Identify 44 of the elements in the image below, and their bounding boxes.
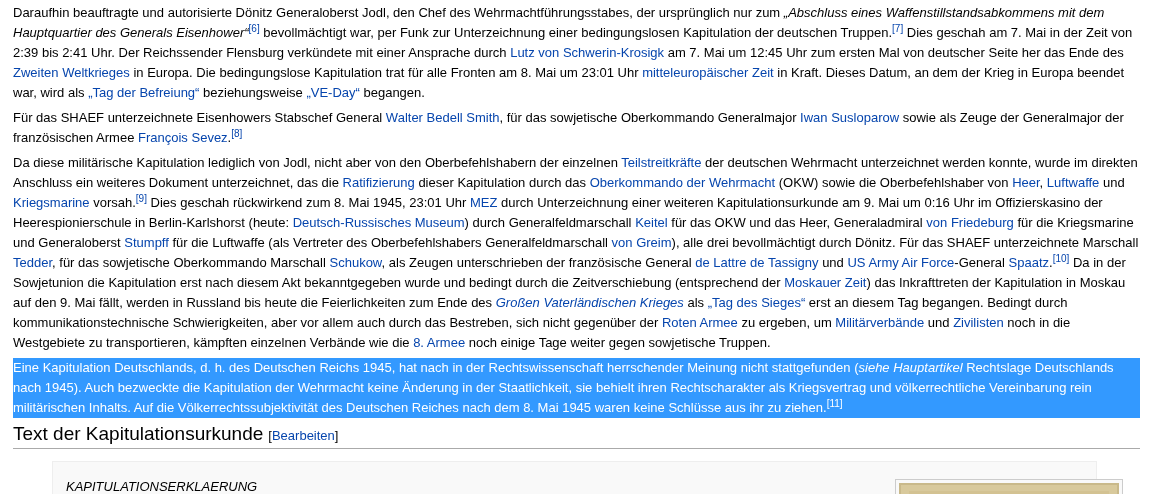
link[interactable]: Großen Vaterländischen Krieges xyxy=(495,295,684,310)
edit-link-group: [Bearbeiten] xyxy=(268,428,339,443)
link[interactable]: Heer xyxy=(1012,175,1040,190)
link[interactable]: Keitel xyxy=(635,215,668,230)
link[interactable]: Moskauer Zeit xyxy=(784,275,867,290)
link[interactable]: Deutsch-Russisches Museum xyxy=(292,215,465,230)
footnote-link[interactable]: [6] xyxy=(248,22,260,34)
link[interactable]: Ratifizierung xyxy=(342,175,415,190)
link[interactable]: Schukow xyxy=(329,255,382,270)
link[interactable]: US Army Air Force xyxy=(847,255,955,270)
footnote-link[interactable]: [7] xyxy=(892,22,904,34)
link[interactable]: Roten Armee xyxy=(661,315,738,330)
link[interactable]: Iwan Susloparow xyxy=(800,110,900,125)
section-heading: Text der Kapitulationsurkunde xyxy=(13,423,264,445)
link[interactable]: „Tag des Sieges“ xyxy=(707,295,806,310)
link[interactable]: Luftwaffe xyxy=(1046,175,1100,190)
footnote-link[interactable]: [10] xyxy=(1052,252,1070,264)
link[interactable]: Oberkommando der Wehrmacht xyxy=(589,175,776,190)
link[interactable]: „VE-Day“ xyxy=(306,85,360,100)
link[interactable]: Kriegsmarine xyxy=(13,195,90,210)
edit-link[interactable]: Bearbeiten xyxy=(271,428,335,443)
link[interactable]: Teilstreitkräfte xyxy=(621,155,702,170)
link[interactable]: 8. Armee xyxy=(413,335,466,350)
link[interactable]: „Tag der Befreiung“ xyxy=(88,85,200,100)
paragraph: Da diese militärische Kapitulation lediglich von Jodl, nicht aber von den Oberbefehlshabern der einzelnen Teilstreitkräfte der deutschen Wehrmacht unterzeichnet werden konnte, wurde im direkten Anschluss ein weiteres Dokument unterzeichnet, das die Ratifizierung dieser Kapitulation durch das Oberkommando der Wehrmacht (OKW) sowie die Oberbefehlshaber von Heer, Luftwaffe und Kriegsmarine vorsah.$^{[9]}$ Dies geschah rückwirkend zum 8. Mai 1945, 23:01 Uhr MEZ durch Unterzeichnung einer weiteren Kapitulationsurkunde am 9. Mai um 0:16 Uhr im Offizierskasino der Heerespionierschule in Berlin-Karlshorst (heute: Deutsch-Russisches Museum) durch Generalfeldmarschall Keitel für das OKW und das Heer, Generaladmiral von Friedeburg für die Kriegsmarine und Generaloberst Stumpff für die Luftwaffe (als Vertreter des Oberbefehlshabers Generalfeldmarschall von Greim), alle drei bevollmächtigt durch Dönitz. Für das SHAEF unterzeichnete Marschall Tedder, für das sowjetische Oberkommando Marschall Schukow, als Zeugen unterschrieben der französische General de Lattre de Tassigny und US Army Air Force-General Spaatz.$^{[10]}$ Da in der Sowjetunion die Kapitulation erst nach diesem Akt bekanntgegeben wurde und bedingt durch die Zeitverschiebung (entsprechend der Moskauer Zeit) das Inkrafttreten der Kapitulation in Moskau auf den 9. Mai fällt, werden in Russland bis heute die Feierlichkeiten zum Ende des Großen Vaterländischen Krieges als „Tag des Sieges“ erst an diesem Tag begangen. Bedingt durch kommunikationstechnische Schwierigkeiten, aber vor allem auch durch das Bestreben, sich nicht gegenüber der Roten Armee zu ergeben, um Militärverbände und Zivilisten noch in die Westgebiete zu transportieren, kämpften einzelnen Verbände wie die 8. Armee noch einige Tage weiter gegen sowjetische Truppen. xyxy=(13,154,1140,352)
link[interactable]: von Greim xyxy=(611,235,672,250)
link[interactable]: MEZ xyxy=(469,195,498,210)
link[interactable]: Zivilisten xyxy=(953,315,1004,330)
selected-paragraph: Eine Kapitulation Deutschlands, d. h. des Deutschen Reichs 1945, hat nach in der Rechtswissenschaft herrschender Meinung nicht stattgefunden (siehe Hauptartikel Rechtslage Deutschlands nach 1945). Auch bezweckte die Kapitulation der Wehrmacht keine Änderung in der Staatlichkeit, sie behielt ihren Rechtscharakter als Kriegsvertrag und völkerrechtliche Vereinbarung rein militärischen Inhalts. Auf die Völkerrechtssubjektivität des Deutschen Reiches nach dem 8. Mai 1945 waren keine Schlüsse aus ihr zu ziehen.$^{[11]}$ xyxy=(13,358,1140,418)
link[interactable]: de Lattre de Tassigny xyxy=(695,255,819,270)
footnote-link[interactable]: [9] xyxy=(135,192,147,204)
link[interactable]: Militärverbände xyxy=(835,315,925,330)
paragraph: Daraufhin beauftragte und autorisierte Dönitz Generaloberst Jodl, den Chef des Wehrmachtführungsstabes, der ursprünglich nur zum „Abschluss eines Waffenstillstandsabkommens mit dem Hauptquartier des Generals Eisenhower“$^{[6]}$ bevollmächtigt war, per Funk zur Unterzeichnung einer bedingungslosen Kapitulation der deutschen Truppen.$^{[7]}$ Dies geschah am 7. Mai in der Zeit von 2:39 bis 2:41 Uhr. Der Reichssender Flensburg verkündete mit einer Ansprache durch Lutz von Schwerin-Krosigk am 7. Mai um 12:45 Uhr zum ersten Mal von deutscher Seite her das Ende des Zweiten Weltkrieges in Europa. Die bedingungslose Kapitulation trat für alle Fronten am 8. Mai um 23:01 Uhr mitteleuropäischer Zeit in Kraft. Dieses Datum, an dem der Krieg in Europa beendet war, wird als „Tag der Befreiung“ beziehungsweise „VE-Day“ begangen. xyxy=(13,4,1134,102)
link[interactable]: Lutz von Schwerin-Krosigk xyxy=(510,45,665,60)
link[interactable]: von Friedeburg xyxy=(926,215,1014,230)
quote-title: KAPITULATIONSERKLAERUNG xyxy=(66,479,258,494)
footnote-link[interactable]: [8] xyxy=(231,127,243,139)
link[interactable]: Tedder xyxy=(13,255,53,270)
link[interactable]: Stumpff xyxy=(124,235,169,250)
link[interactable]: Zweiten Weltkrieges xyxy=(13,65,130,80)
link[interactable]: François Sevez xyxy=(138,130,228,145)
link[interactable]: Walter Bedell Smith xyxy=(385,110,500,125)
paragraph: Für das SHAEF unterzeichnete Eisenhowers Stabschef General Walter Bedell Smith, für das sowjetische Oberkommando Generalmajor Iwan Susloparow sowie als Zeuge der Generalmajor der französischen Armee François Sevez.$^{[8]}$ xyxy=(13,109,1125,147)
link[interactable]: mitteleuropäischer Zeit xyxy=(642,65,774,80)
